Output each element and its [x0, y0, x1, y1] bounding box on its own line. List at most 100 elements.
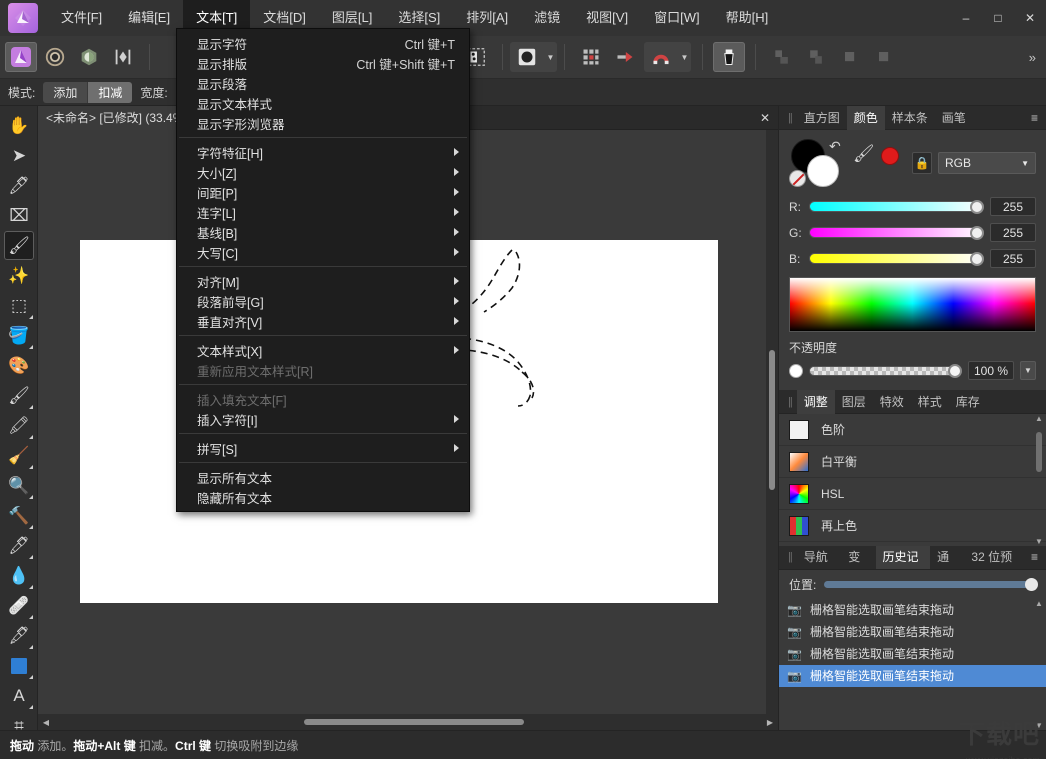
chevron-down-icon[interactable]: ▼: [544, 42, 557, 72]
adjust-panel-tab-1[interactable]: 图层: [835, 390, 873, 414]
text-menu-item[interactable]: 文本样式[X]: [177, 340, 469, 360]
eyedropper-icon[interactable]: 🖌: [853, 144, 875, 164]
pen-tool[interactable]: 🖋: [4, 621, 34, 650]
history-entry[interactable]: 📷 栅格智能选取画笔结束拖动: [779, 664, 1046, 687]
color-panel-tab-0[interactable]: 直方图: [797, 106, 847, 130]
tool-flyout-indicator-icon[interactable]: [29, 585, 33, 589]
minimize-button[interactable]: –: [950, 0, 982, 36]
menu-window[interactable]: 窗口[W]: [641, 0, 713, 36]
snapping-target-button[interactable]: [609, 42, 641, 72]
close-button[interactable]: ✕: [1014, 0, 1046, 36]
selection-brush-tool[interactable]: 🖌: [4, 231, 34, 260]
horizontal-scroll-track[interactable]: [54, 714, 762, 730]
menu-view[interactable]: 视图[V]: [573, 0, 641, 36]
text-menu-dropdown[interactable]: 显示字符 Ctrl 键+T 显示排版 Ctrl 键+Shift 键+T 显示段落 显示文本…: [176, 28, 470, 512]
hand-tool[interactable]: ✋: [4, 111, 34, 140]
history-entry[interactable]: 📷 栅格智能选取画笔结束拖动: [779, 643, 1046, 665]
align-center-button[interactable]: [800, 42, 832, 72]
tool-flyout-indicator-icon[interactable]: [29, 705, 33, 709]
panel-grip-icon[interactable]: ||: [783, 112, 797, 124]
distribute-button[interactable]: [868, 42, 900, 72]
blur-tool[interactable]: 💧: [4, 561, 34, 590]
color-panel-tab-2[interactable]: 样本条: [885, 106, 935, 130]
adjustments-list[interactable]: 色阶白平衡 HSL 再上色黑白 ▲ ▼: [779, 414, 1046, 546]
adjustment-row[interactable]: HSL: [779, 478, 1046, 510]
tool-flyout-indicator-icon[interactable]: [29, 675, 33, 679]
tool-flyout-indicator-icon[interactable]: [29, 495, 33, 499]
paint-brush-tool[interactable]: 🖌: [4, 381, 34, 410]
clone-stamp-tool[interactable]: 🔨: [4, 501, 34, 530]
text-menu-item[interactable]: 显示文本样式: [177, 93, 469, 113]
text-menu-item[interactable]: 拼写[S]: [177, 438, 469, 458]
channel-slider-2[interactable]: [809, 252, 984, 266]
blend-mode-button[interactable]: [511, 42, 543, 72]
channel-slider-1[interactable]: [809, 226, 984, 240]
dodge-burn-tool[interactable]: 🔍: [4, 471, 34, 500]
color-picker-tool[interactable]: 🖊: [4, 171, 34, 200]
menu-help[interactable]: 帮助[H]: [713, 0, 782, 36]
text-menu-item[interactable]: 显示字形浏览器: [177, 113, 469, 133]
flood-fill-tool[interactable]: 🪣: [4, 321, 34, 350]
tool-flyout-indicator-icon[interactable]: [29, 405, 33, 409]
opacity-slider-knob[interactable]: [948, 363, 962, 378]
text-menu-item[interactable]: 连字[L]: [177, 202, 469, 222]
opacity-value[interactable]: 100 %: [968, 361, 1014, 380]
pixel-grid-button[interactable]: [575, 42, 607, 72]
no-color-swatch[interactable]: [789, 170, 806, 187]
persona-develop-button[interactable]: [73, 42, 105, 72]
color-panel-tab-1[interactable]: 颜色: [846, 105, 885, 130]
adjust-panel-tab-0[interactable]: 调整: [796, 389, 835, 414]
tool-flyout-indicator-icon[interactable]: [29, 645, 33, 649]
adjust-panel-tab-3[interactable]: 样式: [911, 390, 949, 414]
adjustments-scroll-thumb[interactable]: [1036, 432, 1042, 472]
artistic-text-tool[interactable]: A: [4, 681, 34, 710]
erase-brush-tool[interactable]: 🧹: [4, 441, 34, 470]
horizontal-scroll-thumb[interactable]: [304, 719, 524, 725]
channel-slider-knob-1[interactable]: [970, 226, 984, 240]
channel-value-2[interactable]: 255: [990, 249, 1036, 268]
history-position-slider[interactable]: [824, 577, 1038, 591]
vertical-scroll-thumb[interactable]: [769, 350, 775, 490]
crop-tool[interactable]: ⌧: [4, 201, 34, 230]
text-menu-item[interactable]: 基线[B]: [177, 222, 469, 242]
mode-option-0[interactable]: 添加: [43, 81, 89, 103]
tool-flyout-indicator-icon[interactable]: [29, 435, 33, 439]
align-right-button[interactable]: [834, 42, 866, 72]
color-wheel-tool[interactable]: 🎨: [4, 351, 34, 380]
align-left-button[interactable]: [766, 42, 798, 72]
adjustment-row[interactable]: 色阶: [779, 414, 1046, 446]
healing-brush-tool[interactable]: 🩹: [4, 591, 34, 620]
color-panel-menu-icon[interactable]: ≡: [1023, 111, 1046, 125]
history-scroll-up-icon[interactable]: ▲: [1034, 599, 1044, 608]
canvas-horizontal-scrollbar[interactable]: ◀ ▶: [38, 714, 778, 730]
magnet-snapping-button[interactable]: [645, 42, 677, 72]
recent-color-swatch[interactable]: [881, 147, 899, 165]
mode-option-1[interactable]: 扣减: [88, 81, 133, 103]
persona-liquify-button[interactable]: [39, 42, 71, 72]
panel-grip-icon-2[interactable]: ||: [783, 396, 797, 408]
tool-flyout-indicator-icon[interactable]: [29, 465, 33, 469]
history-entry[interactable]: 📷 栅格智能选取画笔结束拖动: [779, 599, 1046, 621]
history-panel-tab-4[interactable]: 32 位预览: [964, 545, 1023, 588]
persona-tone-mapping-button[interactable]: [107, 42, 139, 72]
menu-edit[interactable]: 编辑[E]: [115, 0, 183, 36]
history-entry[interactable]: 📷 栅格智能选取画笔结束拖动: [779, 621, 1046, 643]
text-menu-item[interactable]: 插入字符[I]: [177, 409, 469, 429]
maximize-button[interactable]: □: [982, 0, 1014, 36]
scroll-down-arrow-icon[interactable]: ▼: [1034, 537, 1044, 546]
tool-flyout-indicator-icon[interactable]: [29, 345, 33, 349]
scroll-right-arrow-icon[interactable]: ▶: [762, 718, 778, 727]
text-menu-item[interactable]: 间距[P]: [177, 182, 469, 202]
opacity-caret-icon[interactable]: ▼: [1020, 361, 1036, 380]
channel-slider-knob-2[interactable]: [970, 252, 984, 266]
text-menu-item[interactable]: 显示所有文本: [177, 467, 469, 487]
color-spectrum[interactable]: [789, 277, 1036, 332]
scroll-up-arrow-icon[interactable]: ▲: [1034, 414, 1044, 423]
menu-file[interactable]: 文件[F]: [48, 0, 115, 36]
document-tab-close-icon[interactable]: ✕: [760, 111, 778, 125]
canvas-vertical-scrollbar[interactable]: [766, 130, 778, 714]
tool-flyout-indicator-icon[interactable]: [29, 525, 33, 529]
color-panel-tab-3[interactable]: 画笔: [935, 106, 973, 130]
history-list[interactable]: 📷 栅格智能选取画笔结束拖动 📷 栅格智能选取画笔结束拖动 📷 栅格智能选取画笔结束拖动 📷…: [779, 598, 1046, 730]
scroll-left-arrow-icon[interactable]: ◀: [38, 718, 54, 727]
